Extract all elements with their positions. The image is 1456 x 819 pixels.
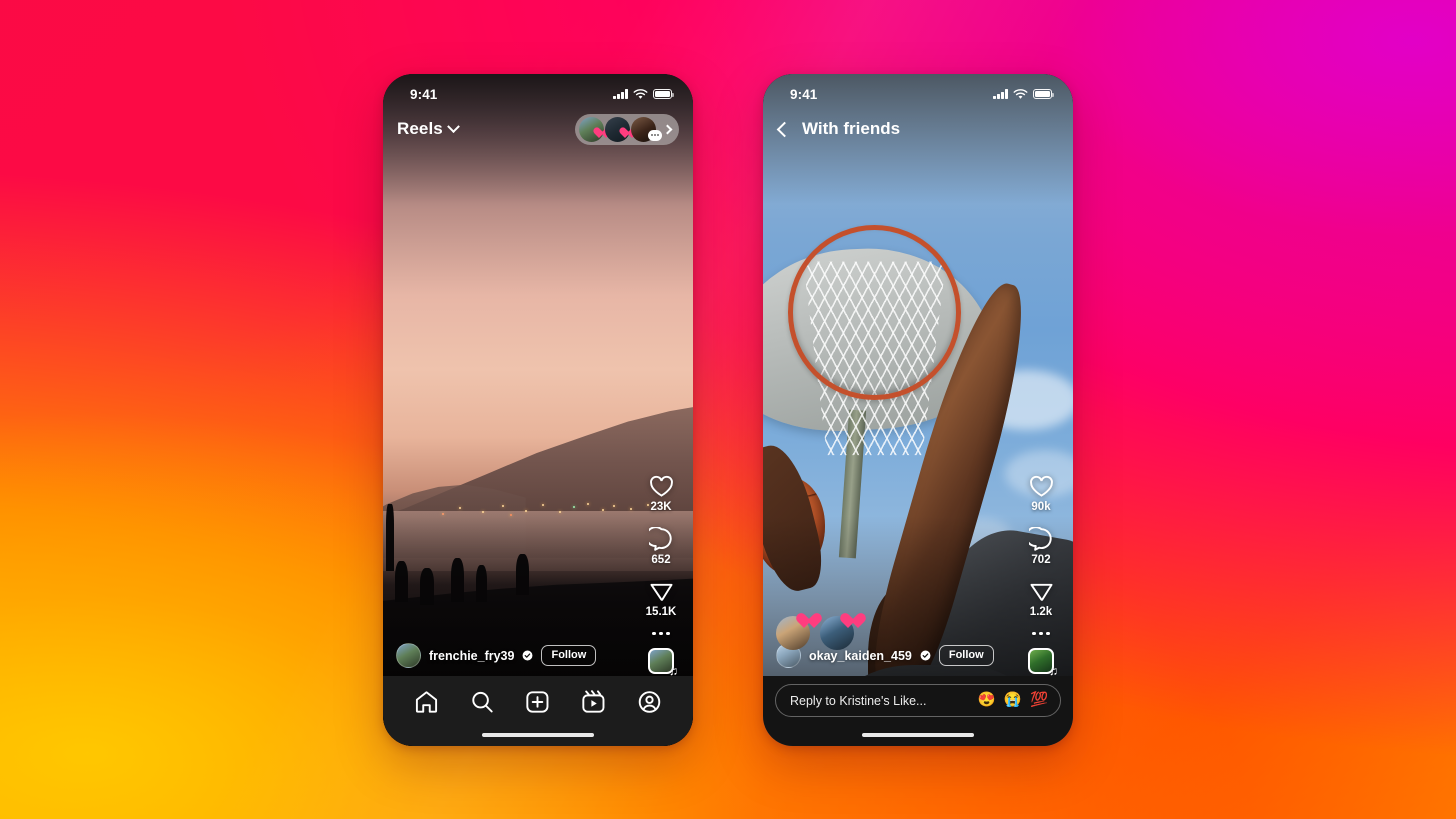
heart-reaction-icon	[843, 614, 862, 631]
action-rail: 23K 652 15.1K ♫	[637, 475, 685, 678]
phones-stage: 9:41 Reels 23K 652 15.1K ♫ frenchie_fry3…	[0, 0, 1456, 819]
follow-button[interactable]: Follow	[541, 645, 597, 666]
reply-bar[interactable]: Reply to Kristine's Like... 😍 😭 💯	[775, 684, 1061, 717]
battery-icon	[653, 89, 674, 99]
reply-input[interactable]: Reply to Kristine's Like...	[790, 694, 970, 708]
story-avatar-3[interactable]	[631, 116, 662, 142]
nav-create[interactable]	[525, 690, 550, 714]
share-count: 15.1K	[645, 605, 677, 618]
wifi-icon	[1013, 88, 1028, 99]
chevron-right-icon[interactable]	[662, 124, 673, 134]
follow-button[interactable]: Follow	[938, 645, 994, 666]
status-bar: 9:41	[383, 74, 693, 108]
nav-reels[interactable]	[581, 690, 606, 714]
username[interactable]: frenchie_fry39	[429, 649, 514, 663]
nav-search[interactable]	[470, 690, 495, 714]
heart-reaction-icon	[799, 614, 818, 631]
cellular-signal-icon	[993, 89, 1008, 99]
status-time: 9:41	[790, 86, 818, 102]
comment-icon	[648, 526, 674, 551]
emoji-heart-eyes[interactable]: 😍	[978, 693, 996, 708]
page-title: With friends	[802, 119, 901, 138]
status-time: 9:41	[410, 86, 438, 102]
like-count: 23K	[650, 500, 672, 513]
audio-track-button[interactable]: ♫	[637, 648, 685, 678]
page-title: Reels	[397, 119, 443, 138]
avatar[interactable]	[396, 643, 421, 668]
emoji-hundred[interactable]: 💯	[1030, 693, 1048, 708]
comment-button[interactable]: 702	[1017, 526, 1065, 566]
story-avatar-1[interactable]	[579, 116, 604, 142]
friend-reactions	[776, 616, 854, 650]
cellular-signal-icon	[613, 89, 628, 99]
share-icon	[1029, 580, 1054, 603]
like-count: 90k	[1031, 500, 1051, 513]
with-friends-header: With friends	[763, 112, 1073, 146]
share-icon	[649, 580, 674, 603]
verified-badge-icon	[920, 650, 931, 661]
like-button[interactable]: 23K	[637, 475, 685, 513]
heart-icon	[1029, 475, 1054, 498]
action-rail: 90k 702 1.2k ♫	[1017, 475, 1065, 678]
stories-tray[interactable]	[575, 113, 679, 145]
like-button[interactable]: 90k	[1017, 475, 1065, 513]
share-button[interactable]: 1.2k	[1017, 580, 1065, 618]
friend-reaction-1[interactable]	[776, 616, 810, 650]
screen-with-friends: 9:41 With friends 90k 702 1.2k ♫ okay_ka…	[763, 74, 1073, 746]
share-count: 1.2k	[1029, 605, 1053, 618]
heart-icon	[649, 475, 674, 498]
reels-header: Reels	[383, 112, 693, 146]
comment-icon	[1028, 526, 1054, 551]
wifi-icon	[633, 88, 648, 99]
basketball-rim	[787, 225, 962, 400]
author-row: frenchie_fry39 Follow	[396, 643, 633, 668]
status-icons	[613, 88, 674, 100]
home-indicator	[862, 732, 974, 737]
audio-track-button[interactable]: ♫	[1017, 648, 1065, 678]
emoji-loudly-crying[interactable]: 😭	[1004, 693, 1022, 708]
screen-reels: 9:41 Reels 23K 652 15.1K ♫ frenchie_fry3…	[383, 74, 693, 746]
battery-icon	[1033, 89, 1054, 99]
chevron-down-icon	[447, 119, 460, 133]
comment-count: 652	[651, 553, 671, 566]
phone-with-friends: 9:41 With friends 90k 702 1.2k ♫ okay_ka…	[763, 74, 1073, 746]
share-button[interactable]: 15.1K	[637, 580, 685, 618]
reels-title-dropdown[interactable]: Reels	[397, 119, 460, 139]
comment-count: 702	[1031, 553, 1051, 566]
chat-badge-icon	[648, 129, 662, 141]
home-indicator	[482, 732, 594, 737]
phone-reels-feed: 9:41 Reels 23K 652 15.1K ♫ frenchie_fry3…	[383, 74, 693, 746]
comment-button[interactable]: 652	[637, 526, 685, 566]
status-bar: 9:41	[763, 74, 1073, 108]
back-chevron-icon[interactable]	[776, 121, 793, 137]
nav-profile[interactable]	[637, 690, 662, 714]
more-options-icon[interactable]	[637, 631, 685, 635]
nav-home[interactable]	[414, 690, 439, 714]
friend-reaction-2[interactable]	[820, 616, 854, 650]
username[interactable]: okay_kaiden_459	[809, 649, 912, 663]
more-options-icon[interactable]	[1017, 631, 1065, 635]
story-avatar-2[interactable]	[605, 116, 630, 142]
verified-badge-icon	[523, 650, 533, 661]
status-icons	[993, 88, 1054, 100]
